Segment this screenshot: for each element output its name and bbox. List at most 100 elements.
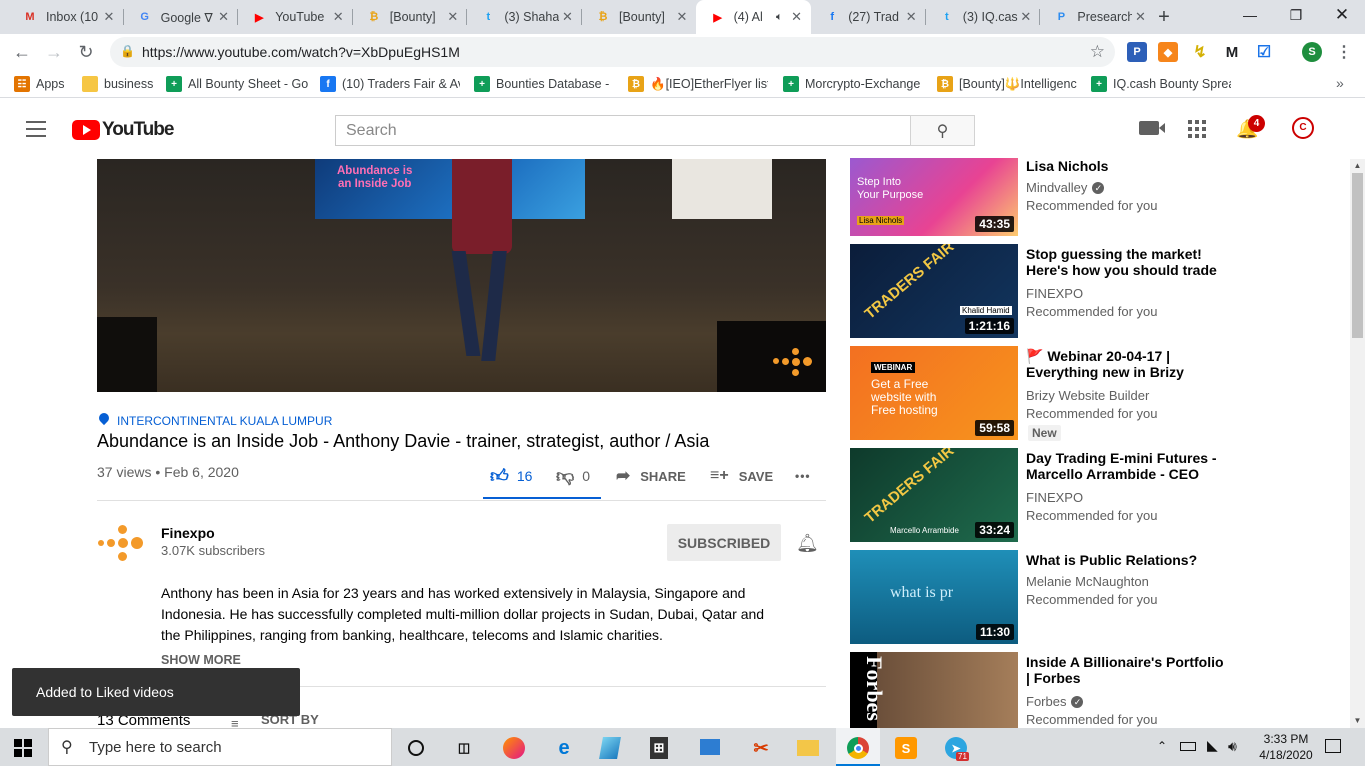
close-tab-icon[interactable]: ✕: [1018, 9, 1034, 25]
recommended-video[interactable]: what is pr 11:30 What is Public Relations?…: [850, 550, 1230, 644]
action-center-icon[interactable]: [1325, 739, 1341, 753]
recommended-channel[interactable]: FINEXPO: [1026, 286, 1083, 301]
bookmark-item[interactable]: + IQ.cash Bounty Sprea: [1091, 75, 1231, 93]
close-tab-icon[interactable]: ✕: [101, 9, 117, 25]
close-tab-icon[interactable]: ✕: [789, 9, 805, 25]
browser-tab[interactable]: ₿ [Bounty] ✕: [352, 0, 467, 34]
reload-button[interactable]: ↻: [72, 38, 100, 66]
clock-date[interactable]: 4/18/2020: [1254, 748, 1318, 762]
taskbar-search-box[interactable]: ⚲ Type here to search: [48, 728, 392, 766]
m-extension-icon[interactable]: M: [1222, 42, 1242, 62]
browser-tab[interactable]: ▶ YouTube ✕: [237, 0, 352, 34]
video-thumbnail[interactable]: what is pr 11:30: [850, 550, 1018, 644]
browser-tab[interactable]: t (3) Shaha ✕: [466, 0, 581, 34]
save-button[interactable]: ≡+ SAVE: [710, 466, 773, 486]
create-video-icon[interactable]: [1139, 121, 1165, 135]
channel-avatar[interactable]: [97, 520, 145, 568]
bookmarks-overflow-icon[interactable]: »: [1336, 75, 1344, 91]
apps-grid-icon[interactable]: [1188, 120, 1206, 138]
close-tab-icon[interactable]: ✕: [330, 9, 346, 25]
wifi-icon[interactable]: ◣: [1207, 737, 1218, 754]
scroll-up-arrow-icon[interactable]: ▲: [1350, 159, 1365, 173]
browser-tab[interactable]: M Inbox (10 ✕: [8, 0, 123, 34]
file-explorer-icon[interactable]: [797, 740, 819, 756]
recommended-video-title[interactable]: Lisa Nichols: [1026, 158, 1231, 174]
new-tab-button[interactable]: +: [1152, 6, 1176, 28]
sublime-text-icon[interactable]: S: [895, 737, 917, 759]
task-view-icon[interactable]: ◫: [453, 737, 475, 759]
close-tab-icon[interactable]: ✕: [674, 9, 690, 25]
checklist-extension-icon[interactable]: ☑: [1254, 42, 1274, 62]
account-avatar[interactable]: C: [1292, 117, 1314, 139]
scrollbar-thumb[interactable]: [1352, 173, 1363, 338]
close-tab-icon[interactable]: ✕: [559, 9, 575, 25]
forward-button[interactable]: →: [40, 38, 68, 66]
lightning-extension-icon[interactable]: ↯: [1190, 42, 1210, 62]
recommended-channel[interactable]: FINEXPO: [1026, 490, 1083, 505]
share-button[interactable]: ➦ SHARE: [616, 466, 686, 486]
subscribed-button[interactable]: SUBSCRIBED: [667, 524, 781, 561]
firefox-icon[interactable]: [503, 737, 525, 759]
browser-tab[interactable]: G Google ∇ ✕: [123, 0, 238, 34]
metamask-extension-icon[interactable]: ◆: [1158, 42, 1178, 62]
tray-chevron-icon[interactable]: ⌃: [1157, 739, 1167, 753]
hamburger-menu-icon[interactable]: [26, 121, 46, 137]
more-actions-button[interactable]: •••: [795, 466, 811, 486]
video-thumbnail[interactable]: TRADERS FAIR Marcello Arrambide 33:24: [850, 448, 1018, 542]
profile-avatar[interactable]: S: [1302, 42, 1322, 62]
dislike-button[interactable]: 👎︎ 0: [556, 466, 590, 486]
browser-tab[interactable]: f (27) Trad ✕: [810, 0, 925, 34]
notification-bell-icon[interactable]: 🔔︎: [796, 533, 819, 554]
browser-tab[interactable]: ▶ (4) Al 🔈︎ ✕: [695, 0, 811, 34]
browser-tab[interactable]: ₿ [Bounty] ✕: [581, 0, 696, 34]
recommended-video-title[interactable]: What is Public Relations?: [1026, 552, 1231, 568]
video-thumbnail[interactable]: Step Into Your Purpose Lisa Nichols 43:35: [850, 158, 1018, 236]
calculator-icon[interactable]: ⊞: [650, 737, 668, 759]
volume-icon[interactable]: 🔊︎: [1228, 738, 1237, 755]
recommended-video-title[interactable]: Inside A Billionaire's Portfolio | Forbe…: [1026, 654, 1231, 686]
close-window-button[interactable]: ✕: [1319, 0, 1365, 30]
recommended-channel[interactable]: Forbes ✓: [1026, 694, 1084, 709]
scroll-down-arrow-icon[interactable]: ▼: [1350, 714, 1365, 728]
search-input[interactable]: Search: [335, 115, 911, 146]
recommended-channel[interactable]: Melanie McNaughton: [1026, 574, 1149, 589]
app-3d-icon[interactable]: [599, 737, 621, 759]
recommended-channel[interactable]: Brizy Website Builder: [1026, 388, 1149, 403]
bookmark-item[interactable]: + All Bounty Sheet - Go: [166, 75, 308, 93]
edge-icon[interactable]: e: [553, 737, 575, 759]
bookmark-item[interactable]: f (10) Traders Fair & Av: [320, 75, 460, 93]
maximize-button[interactable]: ❐: [1273, 0, 1319, 30]
bookmark-item[interactable]: business: [82, 75, 153, 93]
close-tab-icon[interactable]: ✕: [216, 9, 232, 25]
youtube-logo[interactable]: YouTube: [72, 119, 174, 141]
close-tab-icon[interactable]: ✕: [1132, 9, 1148, 25]
recommended-video-title[interactable]: 🚩 Webinar 20-04-17 | Everything new in B…: [1026, 348, 1231, 380]
recommended-video-title[interactable]: Day Trading E-mini Futures - Marcello Ar…: [1026, 450, 1231, 482]
page-scrollbar[interactable]: ▲ ▼: [1350, 159, 1365, 728]
cortana-icon[interactable]: [405, 737, 427, 759]
browser-tab[interactable]: t (3) IQ.cas ✕: [925, 0, 1040, 34]
bookmark-item[interactable]: + Bounties Database -: [474, 75, 609, 93]
browser-menu-icon[interactable]: ⋮: [1334, 42, 1354, 62]
battery-icon[interactable]: [1180, 742, 1196, 751]
video-location-link[interactable]: INTERCONTINENTAL KUALA LUMPUR: [117, 414, 332, 428]
close-tab-icon[interactable]: ✕: [445, 9, 461, 25]
bookmark-item[interactable]: ₿ 🔥[IEO]EtherFlyer listi: [628, 75, 768, 93]
channel-watermark-icon[interactable]: [773, 347, 813, 377]
clock-time[interactable]: 3:33 PM: [1262, 732, 1310, 746]
bookmark-item[interactable]: ₿ [Bounty]🔱Intelligenc: [937, 75, 1077, 93]
show-more-button[interactable]: SHOW MORE: [161, 653, 241, 667]
recommended-video[interactable]: TRADERS FAIR Marcello Arrambide 33:24 Day T…: [850, 448, 1230, 542]
audio-playing-icon[interactable]: 🔈︎: [776, 11, 783, 24]
close-tab-icon[interactable]: ✕: [903, 9, 919, 25]
video-player[interactable]: Abundance is an Inside Job: [97, 159, 826, 392]
minimize-button[interactable]: —: [1227, 0, 1273, 30]
presearch-extension-icon[interactable]: P: [1127, 42, 1147, 62]
channel-name[interactable]: Finexpo: [161, 525, 215, 541]
bookmark-star-icon[interactable]: ☆: [1090, 42, 1105, 62]
like-button[interactable]: 👍︎ 16: [490, 466, 532, 486]
back-button[interactable]: ←: [8, 38, 36, 66]
recommended-video[interactable]: Step Into Your Purpose Lisa Nichols 43:35 L…: [850, 142, 1230, 236]
chrome-icon[interactable]: [847, 737, 869, 759]
bookmark-item[interactable]: ☷ Apps: [14, 75, 65, 93]
